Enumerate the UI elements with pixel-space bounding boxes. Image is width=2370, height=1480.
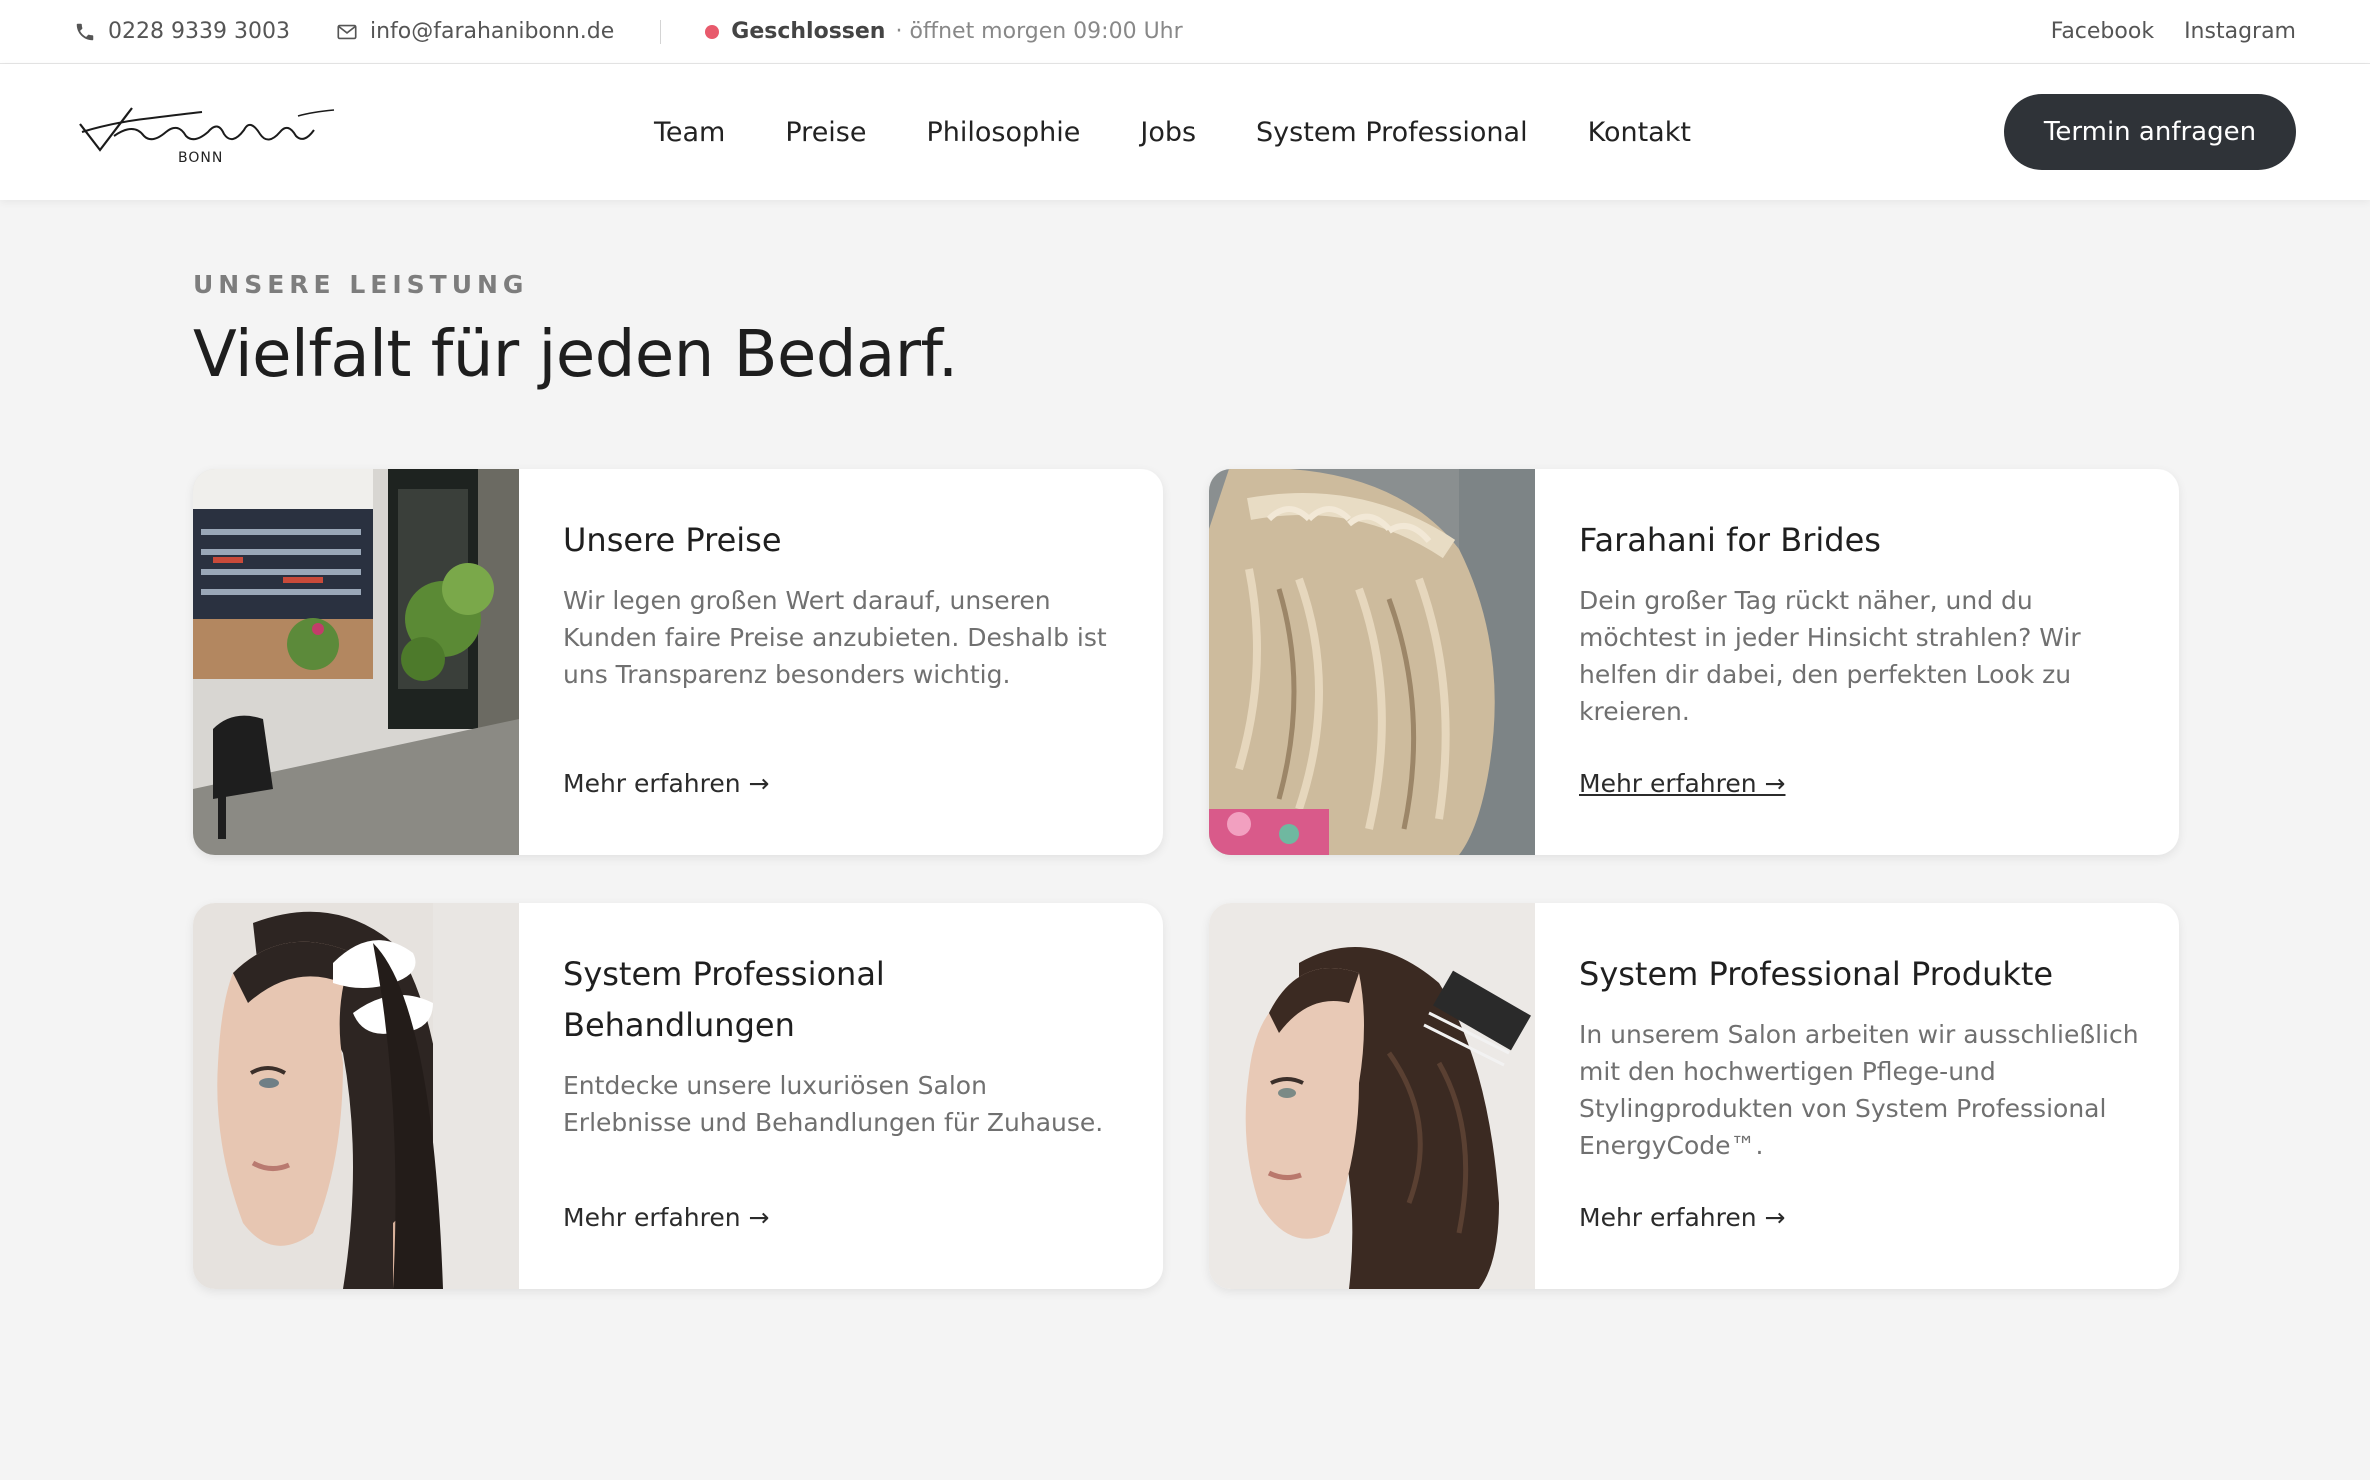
instagram-link[interactable]: Instagram (2184, 19, 2296, 44)
services-section: UNSERE LEISTUNG Vielfalt für jeden Bedar… (0, 270, 2370, 1289)
status-label: Geschlossen (731, 19, 886, 44)
service-card-preise[interactable]: Unsere Preise Wir legen großen Wert dara… (193, 468, 1163, 855)
card-body: Farahani for Brides Dein großer Tag rück… (1535, 469, 2179, 855)
logo[interactable]: BONN (74, 92, 354, 172)
card-text: Entdecke unsere luxuriösen Salon Erlebni… (563, 1070, 1104, 1137)
card-body: System Professional Produkte In unserem … (1535, 903, 2179, 1289)
card-more-link[interactable]: Mehr erfahren → (1579, 769, 1786, 798)
section-title: Vielfalt für jeden Bedarf. (193, 318, 958, 392)
card-text: In unserem Salon arbeiten wir ausschließ… (1579, 1019, 2139, 1160)
salon-interior-image (193, 468, 519, 855)
card-more-link[interactable]: Mehr erfahren → (1579, 1203, 1786, 1232)
card-title: Unsere Preise (563, 520, 782, 559)
nav-item-preise[interactable]: Preise (785, 117, 866, 148)
logo-subtitle: BONN (178, 150, 224, 166)
phone-number: 0228 9339 3003 (108, 19, 290, 44)
service-cards: Unsere Preise Wir legen großen Wert dara… (193, 468, 2179, 1289)
nav-item-kontakt[interactable]: Kontakt (1588, 117, 1691, 148)
top-bar: 0228 9339 3003 info@farahanibonn.de Gesc… (0, 0, 2370, 64)
section-eyebrow: UNSERE LEISTUNG (193, 270, 529, 299)
main-nav: Team Preise Philosophie Jobs System Prof… (654, 117, 1691, 148)
nav-item-team[interactable]: Team (654, 117, 725, 148)
status-dot-icon (705, 24, 720, 39)
bridal-braid-image (1209, 468, 1535, 855)
status-detail: · öffnet morgen 09:00 Uhr (895, 19, 1183, 44)
appointment-button[interactable]: Termin anfragen (2004, 94, 2296, 170)
nav-item-jobs[interactable]: Jobs (1140, 117, 1196, 148)
opening-status: Geschlossen · öffnet morgen 09:00 Uhr (705, 19, 1183, 44)
hair-coloring-image (1209, 902, 1535, 1289)
card-title: Farahani for Brides (1579, 520, 1881, 559)
service-card-behandlungen[interactable]: System Professional Behandlungen Entdeck… (193, 902, 1163, 1289)
card-text: Dein großer Tag rückt näher, und du möch… (1579, 585, 2081, 726)
card-more-link[interactable]: Mehr erfahren → (563, 769, 770, 798)
card-body: System Professional Behandlungen Entdeck… (519, 903, 1163, 1289)
service-card-brides[interactable]: Farahani for Brides Dein großer Tag rück… (1209, 468, 2179, 855)
mail-icon (336, 21, 358, 43)
phone-icon (74, 21, 96, 43)
card-text: Wir legen großen Wert darauf, unseren Ku… (563, 585, 1107, 689)
email-link[interactable]: info@farahanibonn.de (336, 19, 614, 44)
card-title: System Professional Behandlungen (563, 954, 885, 1044)
card-title: System Professional Produkte (1579, 954, 2054, 993)
nav-item-system-professional[interactable]: System Professional (1256, 117, 1528, 148)
topbar-divider (660, 19, 662, 44)
email-address: info@farahanibonn.de (369, 19, 615, 44)
nav-item-philosophie[interactable]: Philosophie (926, 117, 1080, 148)
facebook-link[interactable]: Facebook (2051, 19, 2154, 44)
main-header: BONN Team Preise Philosophie Jobs System… (0, 64, 2370, 200)
hair-treatment-image (193, 902, 519, 1289)
phone-link[interactable]: 0228 9339 3003 (74, 19, 290, 44)
card-more-link[interactable]: Mehr erfahren → (563, 1203, 770, 1232)
service-card-produkte[interactable]: System Professional Produkte In unserem … (1209, 902, 2179, 1289)
card-body: Unsere Preise Wir legen großen Wert dara… (519, 469, 1163, 855)
social-links: Facebook Instagram (2051, 19, 2296, 44)
